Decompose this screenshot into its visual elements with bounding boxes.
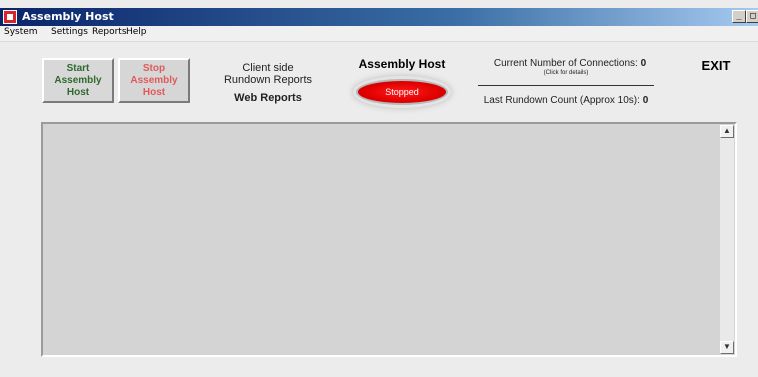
menu-reports[interactable]: Reports	[92, 27, 127, 37]
log-output-area[interactable]: ▲ ▼	[41, 122, 737, 357]
scroll-up-icon[interactable]: ▲	[720, 125, 734, 138]
start-assembly-host-button[interactable]: Start Assembly Host	[42, 58, 114, 103]
connections-label: Current Number of Connections:	[493, 58, 638, 69]
assembly-host-window: Assembly Host _ □ System Settings Report…	[0, 0, 758, 377]
rundown-label: Last Rundown Count (Approx 10s):	[483, 95, 640, 106]
minimize-button[interactable]: _	[732, 10, 746, 23]
menu-system[interactable]: System	[4, 27, 38, 37]
menu-settings[interactable]: Settings	[51, 27, 88, 37]
menu-help[interactable]: Help	[126, 27, 147, 37]
rundown-value: 0	[642, 95, 649, 106]
stop-button-label: Stop Assembly Host	[130, 62, 178, 98]
app-icon	[3, 10, 17, 24]
maximize-button[interactable]: □	[746, 10, 758, 23]
status-text: Stopped	[385, 87, 419, 97]
web-reports-link[interactable]: Web Reports	[206, 92, 330, 104]
menu-bar: System Settings Reports Help	[0, 26, 758, 42]
connections-button[interactable]: Current Number of Connections: 0	[478, 58, 662, 69]
connections-divider	[478, 85, 654, 86]
start-button-label: Start Assembly Host	[54, 62, 102, 98]
client-side-rundown-reports-link[interactable]: Client side Rundown Reports	[206, 62, 330, 86]
connections-value: 0	[640, 58, 647, 69]
status-heading: Assembly Host	[358, 57, 446, 71]
scroll-down-icon[interactable]: ▼	[720, 341, 734, 354]
status-indicator: Stopped	[356, 79, 448, 105]
connections-hint: (Click for details)	[543, 70, 589, 76]
window-title: Assembly Host	[22, 10, 114, 23]
vertical-scrollbar[interactable]: ▲ ▼	[720, 125, 734, 354]
stop-assembly-host-button[interactable]: Stop Assembly Host	[118, 58, 190, 103]
exit-button[interactable]: EXIT	[696, 58, 736, 73]
rundown-count: Last Rundown Count (Approx 10s): 0	[474, 95, 658, 106]
title-bar: Assembly Host _ □	[0, 8, 758, 26]
